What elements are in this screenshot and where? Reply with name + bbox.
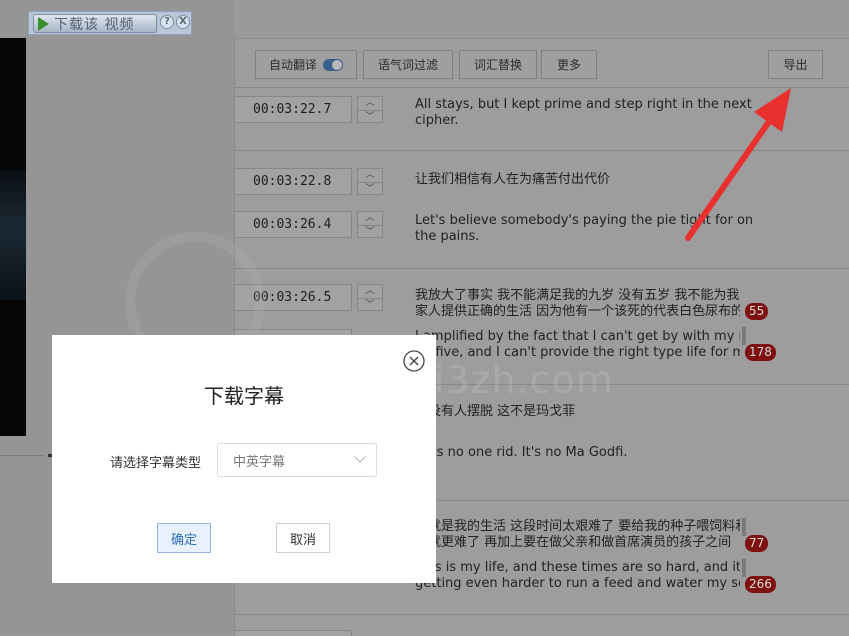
- close-icon[interactable]: [402, 349, 426, 373]
- dialog-title: 下载字幕: [204, 384, 284, 408]
- cancel-button[interactable]: 取消: [276, 523, 330, 553]
- chevron-down-icon: [354, 451, 366, 463]
- subtitle-type-label: 请选择字幕类型: [110, 456, 202, 471]
- confirm-button[interactable]: 确定: [157, 523, 211, 553]
- download-subtitle-dialog: 下载字幕 请选择字幕类型 中英字幕 确定 取消: [52, 335, 436, 583]
- subtitle-type-select[interactable]: 中英字幕: [217, 443, 377, 477]
- subtitle-type-value: 中英字幕: [233, 454, 286, 470]
